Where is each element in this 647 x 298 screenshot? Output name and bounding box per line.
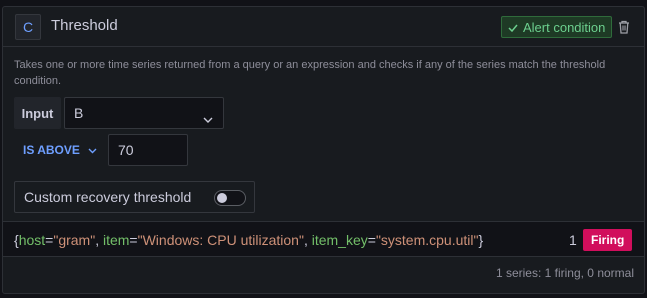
evaluator-label: IS ABOVE <box>23 143 80 157</box>
label-value: "gram" <box>53 232 96 248</box>
label-value: "system.cpu.util" <box>375 232 479 248</box>
label-value: "Windows: CPU utilization" <box>137 232 304 248</box>
series-value: 1 <box>569 232 577 248</box>
expression-title: Threshold <box>51 17 118 34</box>
alert-condition-label: Alert condition <box>523 19 606 35</box>
threshold-expression-panel: C Threshold Alert condition Takes one or… <box>2 6 645 294</box>
firing-badge: Firing <box>583 229 633 251</box>
label-key: item_key <box>311 232 368 248</box>
recovery-label: Custom recovery threshold <box>24 189 192 205</box>
input-select[interactable]: B <box>64 97 224 129</box>
ref-id-badge[interactable]: C <box>15 14 41 40</box>
trash-icon[interactable] <box>616 19 632 35</box>
panel-header: C Threshold Alert condition <box>3 7 644 47</box>
threshold-value-input[interactable]: 70 <box>108 134 188 166</box>
alert-condition-button[interactable]: Alert condition <box>501 16 613 38</box>
label-key: item <box>102 232 130 248</box>
series-summary: 1 series: 1 firing, 0 normal <box>495 266 634 280</box>
toggle-knob <box>217 193 227 203</box>
series-labels: {host="gram", item="Windows: CPU utiliza… <box>14 232 484 248</box>
chevron-down-icon <box>203 110 213 126</box>
input-label: Input <box>14 97 61 129</box>
evaluator-dropdown[interactable]: IS ABOVE <box>14 134 106 166</box>
series-result-row: {host="gram", item="Windows: CPU utiliza… <box>3 221 644 257</box>
input-select-value: B <box>74 105 84 121</box>
recovery-toggle[interactable] <box>214 190 246 206</box>
close-brace: } <box>478 232 484 248</box>
label-key: host <box>18 232 46 248</box>
expression-description: Takes one or more time series returned f… <box>14 59 606 87</box>
chevron-down-icon <box>88 143 97 157</box>
custom-recovery-threshold: Custom recovery threshold <box>14 181 255 213</box>
check-icon <box>508 20 518 35</box>
